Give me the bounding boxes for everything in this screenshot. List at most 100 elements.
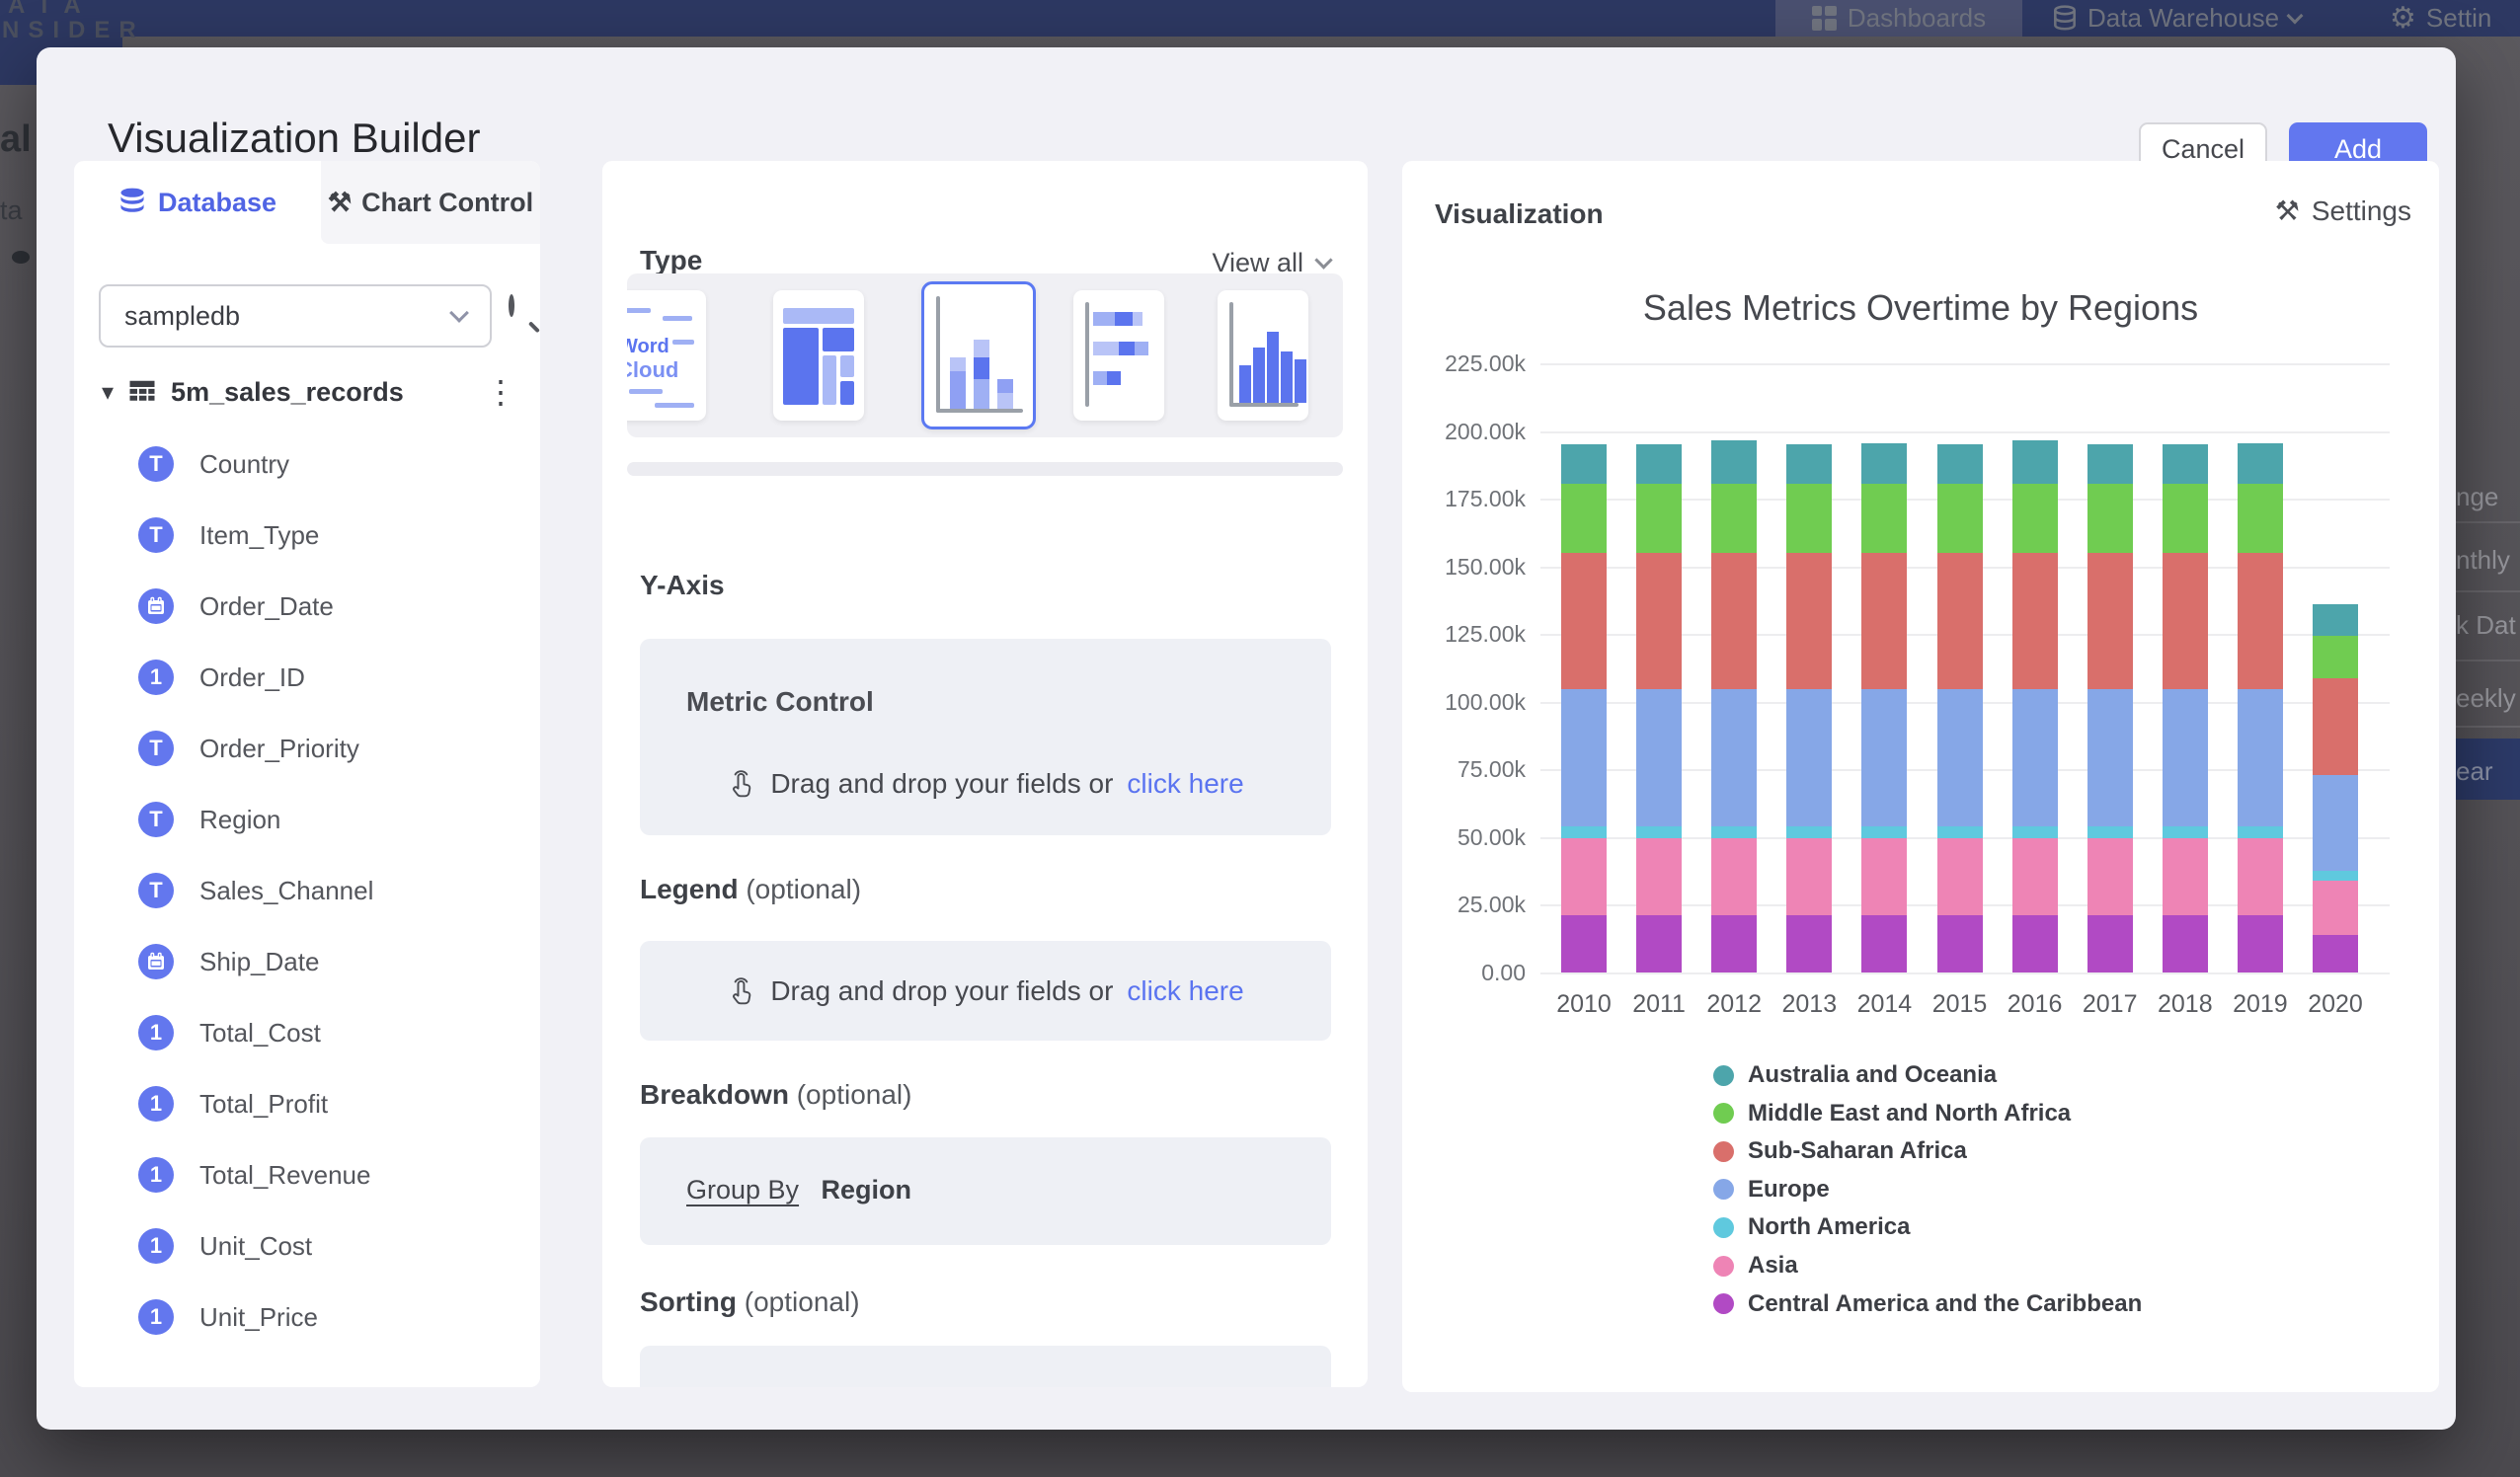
bar-segment-2019[interactable] bbox=[2238, 826, 2283, 838]
caret-down-icon[interactable]: ▾ bbox=[102, 378, 114, 407]
field-item-sales_channel[interactable]: TSales_Channel bbox=[138, 869, 513, 912]
bar-segment-2011[interactable] bbox=[1636, 915, 1682, 972]
sorting-box[interactable]: Data Range Ascending bbox=[640, 1346, 1331, 1387]
field-item-unit_cost[interactable]: 1Unit_Cost bbox=[138, 1224, 513, 1268]
type-row-scrollbar[interactable] bbox=[627, 462, 1343, 476]
field-item-total_revenue[interactable]: 1Total_Revenue bbox=[138, 1153, 513, 1197]
bar-segment-2012[interactable] bbox=[1711, 915, 1757, 972]
bar-segment-2010[interactable] bbox=[1561, 838, 1607, 915]
bar-segment-2018[interactable] bbox=[2163, 689, 2208, 825]
bar-segment-2016[interactable] bbox=[2012, 484, 2058, 553]
bar-segment-2016[interactable] bbox=[2012, 689, 2058, 825]
bar-segment-2019[interactable] bbox=[2238, 443, 2283, 484]
table-tree-header[interactable]: ▾ 5m_sales_records ⋮ bbox=[102, 370, 516, 414]
tab-chart-control[interactable]: ⚒ Chart Control bbox=[321, 161, 540, 244]
chart-type-stacked-bar[interactable] bbox=[1073, 290, 1164, 421]
bar-segment-2016[interactable] bbox=[2012, 915, 2058, 972]
legend-dropzone[interactable]: Drag and drop your fields or click here bbox=[640, 941, 1331, 1041]
bar-segment-2018[interactable] bbox=[2163, 915, 2208, 972]
bar-segment-2014[interactable] bbox=[1861, 915, 1907, 972]
bar-segment-2015[interactable] bbox=[1937, 553, 1983, 689]
bar-segment-2011[interactable] bbox=[1636, 553, 1682, 689]
bar-segment-2016[interactable] bbox=[2012, 826, 2058, 838]
legend-item[interactable]: Middle East and North Africa bbox=[1713, 1100, 2071, 1127]
legend-item[interactable]: Central America and the Caribbean bbox=[1713, 1290, 2142, 1318]
bar-segment-2012[interactable] bbox=[1711, 484, 1757, 553]
search-button[interactable] bbox=[509, 297, 540, 337]
bar-segment-2017[interactable] bbox=[2087, 444, 2133, 484]
bar-segment-2014[interactable] bbox=[1861, 484, 1907, 553]
bar-segment-2010[interactable] bbox=[1561, 689, 1607, 825]
bar-segment-2012[interactable] bbox=[1711, 553, 1757, 689]
bar-segment-2010[interactable] bbox=[1561, 826, 1607, 838]
bar-segment-2011[interactable] bbox=[1636, 484, 1682, 553]
bar-segment-2017[interactable] bbox=[2087, 838, 2133, 915]
field-item-total_profit[interactable]: 1Total_Profit bbox=[138, 1082, 513, 1126]
chart-type-histogram[interactable] bbox=[1218, 290, 1308, 421]
click-here-link[interactable]: click here bbox=[1127, 975, 1243, 1007]
legend-item[interactable]: Australia and Oceania bbox=[1713, 1061, 1997, 1089]
bar-segment-2013[interactable] bbox=[1786, 838, 1832, 915]
field-item-region[interactable]: TRegion bbox=[138, 798, 513, 841]
bar-segment-2010[interactable] bbox=[1561, 915, 1607, 972]
bar-segment-2018[interactable] bbox=[2163, 484, 2208, 553]
bar-segment-2011[interactable] bbox=[1636, 826, 1682, 838]
bar-segment-2013[interactable] bbox=[1786, 826, 1832, 838]
legend-item[interactable]: Sub-Saharan Africa bbox=[1713, 1137, 1967, 1165]
bar-segment-2017[interactable] bbox=[2087, 915, 2133, 972]
field-item-unit_price[interactable]: 1Unit_Price bbox=[138, 1295, 513, 1339]
nav-data-warehouse[interactable]: Data Warehouse bbox=[2052, 0, 2301, 37]
bar-segment-2012[interactable] bbox=[1711, 689, 1757, 825]
bar-segment-2016[interactable] bbox=[2012, 553, 2058, 689]
legend-item[interactable]: Europe bbox=[1713, 1176, 1830, 1204]
bar-segment-2018[interactable] bbox=[2163, 444, 2208, 484]
bar-segment-2015[interactable] bbox=[1937, 689, 1983, 825]
field-item-country[interactable]: TCountry bbox=[138, 442, 513, 486]
bar-segment-2019[interactable] bbox=[2238, 838, 2283, 915]
bar-segment-2014[interactable] bbox=[1861, 826, 1907, 838]
bar-segment-2011[interactable] bbox=[1636, 444, 1682, 484]
bar-segment-2012[interactable] bbox=[1711, 838, 1757, 915]
chart-type-treemap[interactable] bbox=[773, 290, 864, 421]
field-item-order_id[interactable]: 1Order_ID bbox=[138, 656, 513, 699]
bar-segment-2019[interactable] bbox=[2238, 689, 2283, 825]
bar-segment-2014[interactable] bbox=[1861, 689, 1907, 825]
bar-segment-2017[interactable] bbox=[2087, 484, 2133, 553]
sort-field-value[interactable]: Ascending bbox=[851, 1383, 987, 1387]
group-by-value[interactable]: Region bbox=[822, 1175, 912, 1205]
bar-segment-2013[interactable] bbox=[1786, 484, 1832, 553]
bar-segment-2020[interactable] bbox=[2313, 604, 2358, 636]
bar-segment-2014[interactable] bbox=[1861, 553, 1907, 689]
database-select[interactable]: sampledb bbox=[99, 284, 492, 348]
bar-segment-2015[interactable] bbox=[1937, 915, 1983, 972]
bar-segment-2017[interactable] bbox=[2087, 689, 2133, 825]
nav-dashboards[interactable]: Dashboards bbox=[1775, 0, 2022, 37]
nav-settings[interactable]: ⚙ Settin bbox=[2390, 0, 2491, 37]
field-item-order_priority[interactable]: TOrder_Priority bbox=[138, 727, 513, 770]
bar-segment-2014[interactable] bbox=[1861, 838, 1907, 915]
bar-segment-2015[interactable] bbox=[1937, 484, 1983, 553]
field-item-order_date[interactable]: Order_Date bbox=[138, 584, 513, 628]
bar-segment-2012[interactable] bbox=[1711, 440, 1757, 484]
bar-segment-2011[interactable] bbox=[1636, 689, 1682, 825]
bar-segment-2015[interactable] bbox=[1937, 826, 1983, 838]
bar-segment-2020[interactable] bbox=[2313, 881, 2358, 935]
group-by-label[interactable]: Group By bbox=[686, 1175, 799, 1205]
legend-item[interactable]: Asia bbox=[1713, 1252, 1798, 1280]
bar-segment-2015[interactable] bbox=[1937, 838, 1983, 915]
field-item-total_cost[interactable]: 1Total_Cost bbox=[138, 1011, 513, 1054]
bar-segment-2012[interactable] bbox=[1711, 826, 1757, 838]
legend-item[interactable]: North America bbox=[1713, 1213, 1910, 1241]
field-item-item_type[interactable]: TItem_Type bbox=[138, 513, 513, 557]
tab-database[interactable]: Database bbox=[74, 161, 321, 244]
bar-segment-2014[interactable] bbox=[1861, 443, 1907, 484]
bar-segment-2017[interactable] bbox=[2087, 553, 2133, 689]
bar-segment-2013[interactable] bbox=[1786, 553, 1832, 689]
kebab-menu-icon[interactable]: ⋮ bbox=[485, 373, 516, 411]
field-item-ship_date[interactable]: Ship_Date bbox=[138, 940, 513, 983]
bar-segment-2019[interactable] bbox=[2238, 484, 2283, 553]
click-here-link[interactable]: click here bbox=[1127, 768, 1243, 800]
bar-segment-2019[interactable] bbox=[2238, 553, 2283, 689]
bar-segment-2010[interactable] bbox=[1561, 484, 1607, 553]
bar-segment-2020[interactable] bbox=[2313, 871, 2358, 881]
